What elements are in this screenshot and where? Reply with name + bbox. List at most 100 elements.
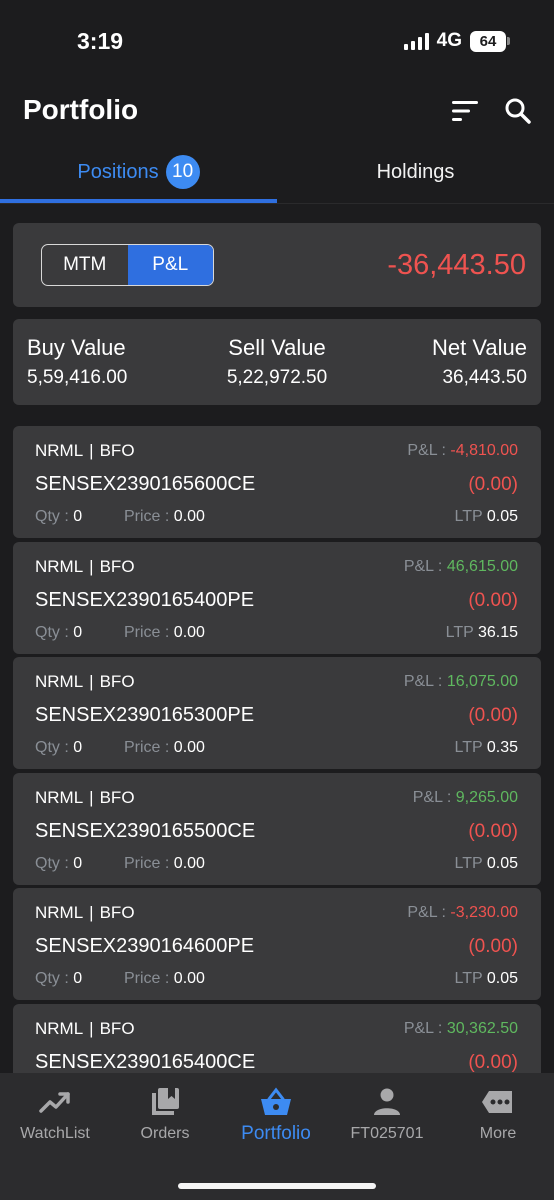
pnl-value: -3,230.00	[450, 904, 518, 921]
status-time: 3:19	[77, 28, 124, 54]
status-indicators: 4G 64	[403, 30, 510, 52]
price-value: 0.00	[173, 854, 205, 872]
pnl-value: 46,615.00	[446, 557, 518, 575]
position-ltp: LTP 0.05	[455, 508, 518, 526]
product-separator: |	[89, 787, 94, 807]
position-symbol: SENSEX2390165500CE	[35, 819, 256, 842]
position-price: Price : 0.00	[124, 739, 205, 757]
trending-up-icon	[39, 1092, 70, 1113]
position-qty: Qty : 0	[35, 624, 82, 642]
position-card[interactable]: NRML | BFO P&L : -4,810.00 SENSEX2390165600C…	[13, 426, 541, 538]
exchange: BFO	[99, 903, 135, 922]
nav-more-label: More	[479, 1125, 517, 1142]
ltp-value: 36.15	[477, 623, 518, 641]
nav-orders-label: Orders	[140, 1125, 190, 1142]
pnl-label: P&L :	[403, 1019, 443, 1037]
sort-icon[interactable]	[450, 98, 480, 124]
nav-account[interactable]: FT025701	[332, 1073, 442, 1153]
app-header: Portfolio	[0, 84, 554, 140]
position-pnl: P&L : 46,615.00	[404, 558, 518, 576]
exchange: BFO	[99, 556, 135, 576]
position-price: Price : 0.00	[124, 970, 205, 988]
pnl-value: -4,810.00	[450, 442, 518, 459]
price-value: 0.00	[173, 508, 205, 525]
pnl-toggle-card: MTM P&L -36,443.50	[13, 223, 541, 307]
position-change: (0.00)	[468, 589, 518, 611]
mtm-option[interactable]: MTM	[42, 245, 128, 285]
qty-value: 0	[73, 854, 83, 872]
portfolio-tabs: Positions 10 Holdings	[0, 140, 554, 204]
position-product: NRML | BFO	[35, 788, 135, 808]
person-icon	[374, 1088, 400, 1115]
search-icon[interactable]	[503, 96, 533, 126]
net-value-label: Net Value	[432, 335, 527, 360]
pnl-label: P&L :	[407, 904, 446, 921]
pnl-value: 16,075.00	[446, 673, 518, 690]
position-card[interactable]: NRML | BFO P&L : 30,362.50 SENSEX2390165400C…	[13, 1003, 541, 1073]
position-qty: Qty : 0	[35, 855, 82, 873]
qty-label: Qty :	[35, 970, 69, 987]
positions-count-badge: 10	[165, 155, 200, 189]
qty-value: 0	[73, 970, 83, 987]
position-product: NRML | BFO	[35, 903, 135, 923]
tab-holdings[interactable]: Holdings	[277, 140, 554, 204]
price-value: 0.00	[173, 739, 205, 756]
basket-icon	[261, 1087, 291, 1115]
tab-positions[interactable]: Positions 10	[0, 140, 277, 204]
position-ltp: LTP 0.05	[455, 970, 518, 988]
nav-orders[interactable]: Orders	[110, 1073, 220, 1153]
position-qty: Qty : 0	[35, 508, 82, 526]
qty-label: Qty :	[35, 854, 69, 872]
pnl-option[interactable]: P&L	[127, 245, 213, 285]
tab-positions-label: Positions	[77, 160, 159, 183]
price-label: Price :	[124, 854, 170, 872]
pnl-label: P&L :	[412, 788, 452, 806]
ltp-label: LTP	[445, 623, 474, 641]
position-card[interactable]: NRML | BFO P&L : 9,265.00 SENSEX2390165500CE…	[13, 772, 541, 885]
position-card[interactable]: NRML | BFO P&L : -3,230.00 SENSEX2390164600P…	[13, 888, 541, 1000]
position-card[interactable]: NRML | BFO P&L : 16,075.00 SENSEX2390165300P…	[13, 657, 541, 769]
position-symbol: SENSEX2390165300PE	[35, 704, 255, 726]
qty-label: Qty :	[35, 739, 69, 756]
position-product: NRML | BFO	[35, 672, 135, 692]
position-change: (0.00)	[468, 936, 518, 957]
product-separator: |	[89, 903, 94, 922]
position-symbol: SENSEX2390164600PE	[35, 935, 255, 957]
ltp-value: 0.05	[486, 508, 518, 525]
product-type: NRML	[35, 1018, 84, 1038]
position-product: NRML | BFO	[35, 557, 135, 577]
net-value-block: Net Value 36,443.50	[432, 335, 527, 389]
qty-label: Qty :	[35, 508, 69, 525]
total-pnl-value: -36,443.50	[387, 249, 526, 281]
nav-portfolio[interactable]: Portfolio	[221, 1073, 331, 1153]
position-change: (0.00)	[468, 1051, 518, 1073]
nav-more[interactable]: More	[443, 1073, 553, 1153]
signal-icon	[403, 32, 429, 50]
position-symbol: SENSEX2390165400PE	[35, 588, 255, 611]
nav-watchlist[interactable]: WatchList	[0, 1073, 110, 1153]
mtm-pnl-toggle: MTM P&L	[41, 244, 214, 286]
nav-watchlist-label: WatchList	[20, 1125, 90, 1142]
position-ltp: LTP 0.05	[455, 855, 518, 873]
exchange: BFO	[99, 672, 135, 691]
portfolio-screen: 3:19 4G 64 Portfolio Positions 10 Holdin…	[0, 0, 554, 1200]
position-change: (0.00)	[468, 705, 518, 726]
price-label: Price :	[124, 970, 170, 987]
pnl-value: 9,265.00	[455, 788, 518, 806]
product-separator: |	[89, 672, 94, 691]
position-card[interactable]: NRML | BFO P&L : 46,615.00 SENSEX2390165400P…	[13, 541, 541, 654]
more-icon	[482, 1091, 512, 1113]
position-product: NRML | BFO	[35, 1019, 135, 1039]
price-label: Price :	[124, 739, 170, 756]
qty-label: Qty :	[35, 623, 69, 641]
qty-value: 0	[73, 623, 83, 641]
pnl-label: P&L :	[407, 442, 446, 459]
position-product: NRML | BFO	[35, 441, 135, 461]
home-indicator	[178, 1183, 376, 1189]
position-price: Price : 0.00	[124, 855, 205, 873]
position-change: (0.00)	[468, 474, 518, 495]
ltp-label: LTP	[454, 739, 483, 756]
product-separator: |	[89, 441, 94, 460]
position-pnl: P&L : -3,230.00	[407, 904, 518, 922]
positions-list[interactable]: NRML | BFO P&L : -4,810.00 SENSEX2390165600C…	[0, 426, 554, 1073]
